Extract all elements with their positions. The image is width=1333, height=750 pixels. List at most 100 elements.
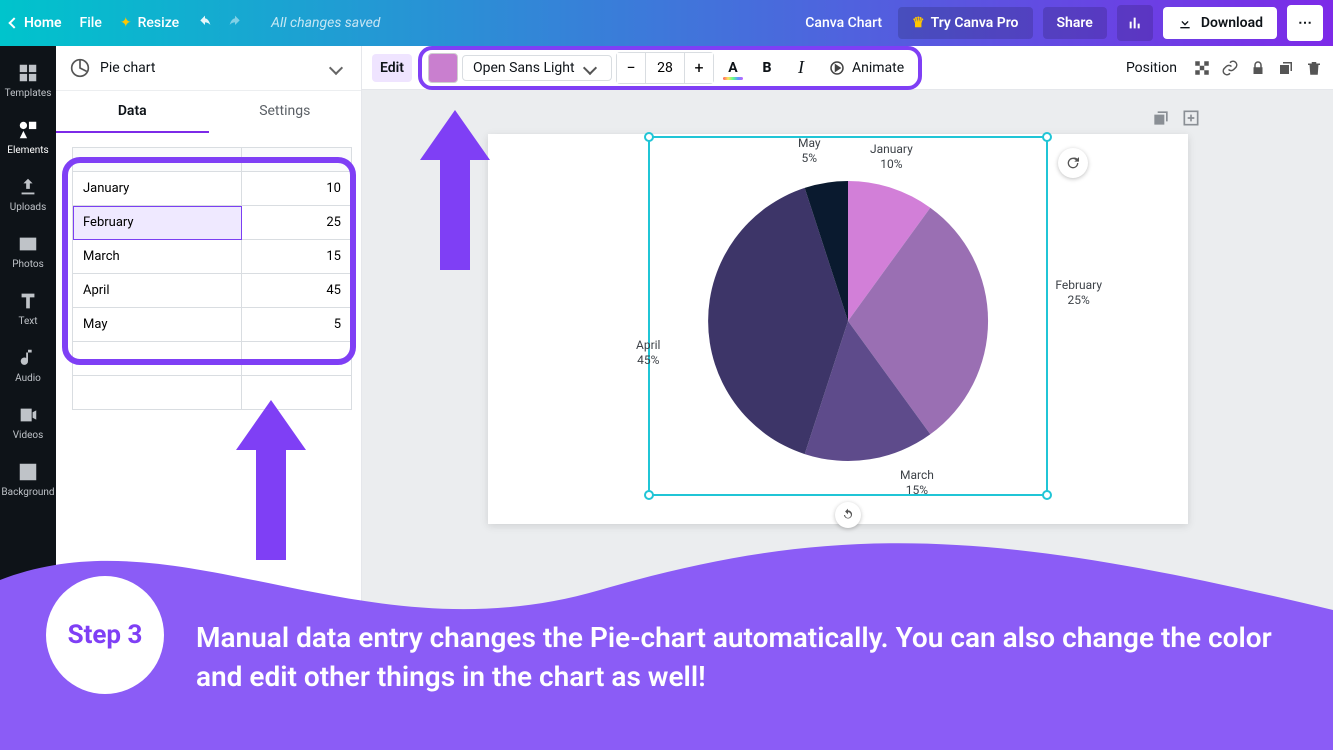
cell-value[interactable]: 5 [242, 308, 352, 342]
cell-value[interactable]: 10 [242, 172, 352, 206]
animate-label: Animate [852, 60, 904, 76]
pie-chart[interactable] [698, 171, 998, 475]
share-button[interactable]: Share [1043, 7, 1107, 39]
cell-value[interactable]: 25 [242, 206, 352, 240]
lock-icon[interactable] [1249, 59, 1267, 77]
resize-handle[interactable] [644, 490, 654, 500]
slice-label: February25% [1055, 278, 1102, 308]
slice-label: January10% [870, 142, 913, 172]
animate-icon [828, 59, 846, 77]
crown-icon: ✦ [120, 15, 132, 31]
animate-button[interactable]: Animate [820, 55, 912, 81]
rail-label: Uploads [10, 202, 46, 213]
download-button[interactable]: Download [1163, 7, 1277, 39]
rail-label: Text [18, 316, 37, 327]
dots-icon: ⋯ [1298, 15, 1312, 31]
cell-value[interactable]: 45 [242, 274, 352, 308]
undo-icon[interactable] [197, 15, 213, 31]
resize-handle[interactable] [1042, 490, 1052, 500]
chevron-down-icon [329, 61, 343, 75]
font-name: Open Sans Light [473, 60, 575, 76]
pie-icon [70, 58, 90, 78]
audio-icon [17, 347, 39, 369]
canvas-page[interactable]: January10% February25% March15% April45%… [488, 134, 1188, 524]
rail-label: Background [1, 487, 54, 498]
background-icon [17, 461, 39, 483]
font-select[interactable]: Open Sans Light [462, 55, 612, 81]
videos-icon [17, 404, 39, 426]
decrease-button[interactable]: − [617, 53, 645, 83]
try-pro-button[interactable]: ♛ Try Canva Pro [898, 7, 1032, 39]
edit-button[interactable]: Edit [372, 54, 412, 82]
rail-label: Videos [13, 430, 44, 441]
trash-icon[interactable] [1305, 59, 1323, 77]
banner-text: Manual data entry changes the Pie-chart … [196, 618, 1293, 696]
rail-background[interactable]: Background [0, 451, 56, 508]
resize-handle[interactable] [644, 132, 654, 142]
add-page-icon[interactable] [1181, 108, 1201, 128]
rail-label: Elements [7, 145, 48, 156]
cell-label[interactable]: January [73, 172, 242, 206]
file-menu[interactable]: File [80, 15, 102, 31]
duplicate-page-icon[interactable] [1151, 108, 1171, 128]
selection-frame[interactable]: January10% February25% March15% April45%… [648, 136, 1048, 496]
rail-label: Audio [15, 373, 41, 384]
data-grid[interactable]: January10 February25 March15 April45 May… [72, 147, 352, 410]
refresh-handle[interactable] [1058, 148, 1088, 178]
font-size-input[interactable] [645, 53, 685, 83]
step-badge: Step 3 [46, 576, 164, 694]
pie-svg [698, 171, 998, 471]
photos-icon [17, 233, 39, 255]
download-label: Download [1201, 15, 1263, 31]
templates-icon [17, 62, 39, 84]
refresh-icon [1065, 155, 1081, 171]
slice-label: April45% [636, 338, 660, 368]
uploads-icon [17, 176, 39, 198]
duplicate-icon[interactable] [1277, 59, 1295, 77]
more-button[interactable]: ⋯ [1287, 5, 1323, 41]
insights-button[interactable] [1117, 5, 1153, 41]
resize-handle[interactable] [1042, 132, 1052, 142]
tab-data[interactable]: Data [56, 91, 209, 133]
rail-photos[interactable]: Photos [0, 223, 56, 280]
chevron-left-icon [8, 17, 19, 28]
link-icon[interactable] [1221, 59, 1239, 77]
increase-button[interactable]: + [685, 53, 713, 83]
cell-value[interactable]: 15 [242, 240, 352, 274]
cell-label[interactable]: May [73, 308, 242, 342]
transparency-icon[interactable] [1193, 59, 1211, 77]
rail-text[interactable]: Text [0, 280, 56, 337]
redo-icon[interactable] [227, 15, 243, 31]
try-pro-label: Try Canva Pro [931, 15, 1019, 31]
annotation-arrow-icon [420, 110, 490, 270]
bar-chart-icon [1127, 15, 1143, 31]
crown-icon: ♛ [912, 15, 925, 31]
home-button[interactable]: Home [10, 15, 62, 31]
rail-audio[interactable]: Audio [0, 337, 56, 394]
chart-type-label: Pie chart [100, 60, 321, 76]
cell-label[interactable]: April [73, 274, 242, 308]
italic-button[interactable]: I [786, 53, 816, 83]
document-title[interactable]: Canva Chart [805, 15, 882, 31]
tab-settings[interactable]: Settings [209, 91, 362, 133]
cell-label[interactable]: March [73, 240, 242, 274]
elements-icon [17, 119, 39, 141]
bold-button[interactable]: B [752, 53, 782, 83]
annotation-highlight-box: Open Sans Light − + A B I Animate [418, 46, 922, 90]
position-button[interactable]: Position [1120, 56, 1183, 80]
cell-label[interactable]: February [73, 206, 242, 240]
rail-elements[interactable]: Elements [0, 109, 56, 166]
slice-label: March15% [900, 468, 934, 498]
font-size-stepper[interactable]: − + [616, 52, 714, 84]
text-color-button[interactable]: A [718, 53, 748, 83]
rail-videos[interactable]: Videos [0, 394, 56, 451]
rail-uploads[interactable]: Uploads [0, 166, 56, 223]
text-icon [17, 290, 39, 312]
rail-templates[interactable]: Templates [0, 52, 56, 109]
resize-button[interactable]: ✦ Resize [120, 15, 179, 31]
page-tools [1151, 108, 1201, 128]
chart-type-select[interactable]: Pie chart [56, 46, 361, 91]
color-swatch-button[interactable] [428, 53, 458, 83]
context-toolbar: Edit Open Sans Light − + A B I Animate [362, 46, 1333, 90]
home-label: Home [24, 15, 62, 31]
